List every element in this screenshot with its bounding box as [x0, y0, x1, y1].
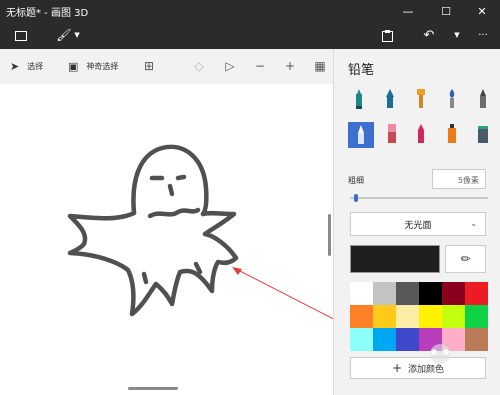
ghost-mark-2 [193, 261, 203, 275]
sticker-icon: ◇ [194, 59, 204, 73]
undo-icon: ↶ [423, 27, 435, 43]
ghost-nose [167, 183, 175, 197]
crop-icon: ⊞ [143, 59, 155, 73]
calligraphy-pen-brush[interactable] [379, 87, 401, 111]
finish-select[interactable]: 无光面 ⌄ [350, 212, 486, 236]
maximize-icon: ☐ [441, 4, 451, 18]
canvas-toolbar: ➤ 选择 ▣ 神奇选择 ⊞ ◇ ▷ − + ▦ [0, 49, 333, 84]
stickers-button[interactable]: ◇ [190, 57, 208, 75]
spray-can-icon [448, 124, 456, 143]
image-icon: ▦ [314, 59, 326, 73]
command-bar: 🖌 ▼ ↶ ▼ ··· [0, 22, 500, 49]
ghost-mark-1 [141, 271, 149, 285]
eraser-brush[interactable] [381, 122, 403, 146]
chevron-down-icon: ▼ [454, 31, 460, 39]
ghost-body-stroke [67, 210, 239, 317]
magic-select-label: 神奇选择 [86, 61, 119, 71]
close-icon: ✕ [477, 4, 487, 18]
color-swatch[interactable] [373, 282, 396, 305]
crop-button[interactable]: ⊞ [140, 57, 158, 75]
drawing [67, 144, 333, 320]
minimize-button[interactable]: — [390, 0, 426, 22]
more-button[interactable]: ··· [474, 27, 492, 43]
color-swatch[interactable] [350, 305, 373, 328]
label-button[interactable]: ▷ [221, 57, 239, 75]
color-swatch[interactable] [465, 282, 488, 305]
undo-button[interactable]: ↶ [420, 27, 438, 43]
eraser-icon [388, 124, 396, 143]
crayon-brush[interactable] [410, 122, 432, 146]
chevron-down-icon: ▼ [74, 31, 80, 39]
color-swatch[interactable] [350, 282, 373, 305]
more-icon: ··· [478, 29, 488, 41]
pixel-pen-icon [480, 89, 486, 108]
folder-icon [15, 31, 27, 41]
fill-brush[interactable] [472, 122, 494, 146]
annotation-arrow-line [235, 268, 333, 320]
watercolor-icon [449, 89, 455, 108]
marker-icon [356, 89, 362, 109]
magic-select-tool[interactable]: ▣ 神奇选择 [68, 57, 118, 75]
ghost-head-stroke [131, 144, 209, 217]
horizontal-scrollbar[interactable] [128, 387, 178, 390]
cursor-icon: ➤ [10, 59, 20, 73]
panel-title: 铅笔 [348, 63, 375, 78]
thickness-label: 粗细 [348, 176, 364, 185]
color-swatch[interactable] [373, 305, 396, 328]
clipboard-icon [381, 30, 393, 42]
crayon-icon [418, 124, 424, 143]
title-bar: 无标题* - 画图 3D — ☐ ✕ [0, 0, 500, 22]
color-swatch[interactable] [442, 305, 465, 328]
color-swatch[interactable] [396, 282, 419, 305]
brushes-tab[interactable]: 🖌 ▼ [55, 27, 81, 43]
pixel-pen-brush[interactable] [472, 87, 494, 111]
minus-icon: − [254, 59, 266, 73]
eyedropper-icon: ✏ [460, 252, 471, 266]
color-swatch[interactable] [465, 305, 488, 328]
magic-select-icon: ▣ [68, 59, 79, 73]
eyedropper-button[interactable]: ✏ [445, 245, 486, 273]
oil-brush[interactable] [410, 87, 432, 111]
window-title: 无标题* - 画图 3D [6, 8, 89, 19]
color-swatch[interactable] [396, 305, 419, 328]
vertical-scrollbar[interactable] [328, 214, 331, 256]
calligraphy-pen-icon [386, 89, 394, 108]
tag-icon: ▷ [225, 59, 235, 73]
brush-icon: 🖌 [56, 28, 72, 42]
select-label: 选择 [27, 61, 44, 71]
watercolor-brush[interactable] [441, 87, 463, 111]
thickness-slider-thumb[interactable] [354, 194, 359, 202]
pencil-brush[interactable] [348, 122, 374, 148]
marker-brush[interactable] [348, 87, 370, 111]
ghost-eye-right [175, 174, 187, 181]
watermark-logo [430, 344, 450, 364]
select-tool[interactable]: ➤ 选择 [10, 57, 43, 75]
chevron-down-icon: ⌄ [470, 219, 477, 228]
ghost-inner-stroke [147, 207, 201, 219]
minimize-icon: — [402, 4, 414, 18]
drawing-canvas[interactable] [0, 84, 333, 395]
finish-value: 无光面 [404, 220, 432, 231]
thickness-slider[interactable] [350, 197, 488, 199]
spray-can-brush[interactable] [441, 122, 463, 146]
paste-button[interactable] [378, 28, 396, 44]
thickness-input[interactable]: 5像素 [432, 169, 486, 189]
maximize-button[interactable]: ☐ [428, 0, 464, 22]
pencil-icon [358, 125, 364, 144]
annotation-arrow-head [232, 267, 242, 275]
view-options-button[interactable]: ▦ [311, 57, 329, 75]
zoom-out-button[interactable]: − [251, 57, 269, 75]
color-swatch[interactable] [442, 282, 465, 305]
current-color-swatch[interactable] [350, 245, 440, 273]
color-swatch[interactable] [419, 305, 442, 328]
history-dropdown[interactable]: ▼ [450, 27, 464, 43]
close-button[interactable]: ✕ [464, 0, 500, 22]
fill-bucket-icon [478, 126, 488, 143]
oil-brush-icon [417, 89, 425, 108]
plus-icon: + [284, 59, 296, 73]
color-swatch[interactable] [419, 282, 442, 305]
menu-button[interactable] [12, 28, 30, 44]
zoom-in-button[interactable]: + [281, 57, 299, 75]
